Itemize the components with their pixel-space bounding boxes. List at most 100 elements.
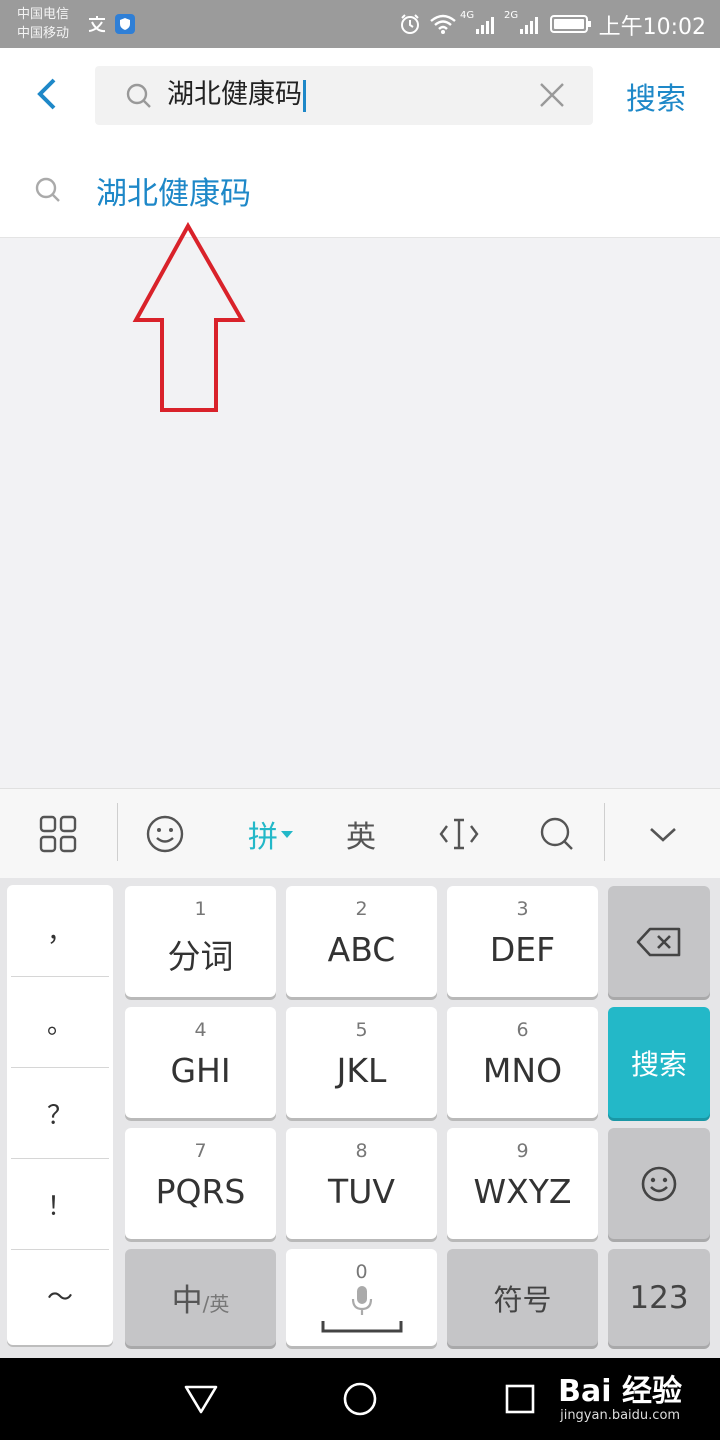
nav-back-button[interactable] <box>176 1358 226 1440</box>
lang-sub-label: /英 <box>202 1292 230 1316</box>
alarm-icon <box>398 12 422 36</box>
wifi-icon <box>428 12 458 36</box>
triangle-back-icon <box>184 1385 218 1414</box>
battery-icon <box>550 12 592 36</box>
square-recents-icon <box>505 1384 535 1414</box>
enter-key-label: 搜索 <box>630 1047 687 1081</box>
search-header: 湖北健康码 搜索 <box>0 48 720 140</box>
nav-home-button[interactable] <box>338 1358 382 1440</box>
text-cursor <box>303 79 306 112</box>
toolbar-divider <box>117 803 118 861</box>
keyboard: ， 。 ？ ！ ～ 1 分词 2 ABC 3 DEF 4 GHI 5 JKL 6… <box>0 878 720 1358</box>
symbols-key[interactable]: 符号 <box>447 1249 598 1346</box>
toolbar-divider <box>604 803 605 861</box>
search-button[interactable]: 搜索 <box>626 74 686 118</box>
grid-icon <box>39 815 77 853</box>
key-2-abc[interactable]: 2 ABC <box>286 886 437 997</box>
language-switch-key[interactable]: 中/英 <box>125 1249 276 1346</box>
carrier-1: 中国电信 <box>17 7 70 22</box>
key-label: GHI <box>170 1051 231 1090</box>
key-label: 分词 <box>167 937 234 976</box>
suggestion-text: 湖北健康码 <box>96 176 251 212</box>
key-3-def[interactable]: 3 DEF <box>447 886 598 997</box>
backspace-icon <box>636 927 681 956</box>
suggestion-item[interactable]: 湖北健康码 <box>0 140 720 238</box>
circle-home-icon <box>343 1382 377 1416</box>
key-number: 1 <box>194 898 207 920</box>
punct-period[interactable]: 。 <box>7 977 113 1068</box>
key-number: 8 <box>355 1140 368 1162</box>
punctuation-column[interactable]: ， 。 ？ ！ ～ <box>7 885 113 1345</box>
space-bar-icon <box>321 1321 403 1333</box>
english-label: 英 <box>346 820 376 855</box>
symbols-label: 符号 <box>493 1282 552 1317</box>
key-9-wxyz[interactable]: 9 WXYZ <box>447 1128 598 1239</box>
shield-app-icon <box>114 12 136 36</box>
search-icon <box>126 83 151 108</box>
cursor-edit-button[interactable] <box>428 789 490 879</box>
microphone-icon <box>351 1286 373 1315</box>
key-label: PQRS <box>155 1172 246 1211</box>
watermark-logo: Bai 经验 <box>558 1374 682 1409</box>
cursor-icon <box>439 818 479 850</box>
key-6-mno[interactable]: 6 MNO <box>447 1007 598 1118</box>
key-8-tuv[interactable]: 8 TUV <box>286 1128 437 1239</box>
hide-keyboard-button[interactable] <box>632 789 694 879</box>
keyboard-search-button[interactable] <box>526 789 588 879</box>
key-label: JKL <box>336 1051 387 1090</box>
punct-exclaim[interactable]: ！ <box>7 1159 113 1250</box>
signal-4g-icon: 4G <box>460 10 498 36</box>
english-mode-button[interactable]: 英 <box>330 789 392 879</box>
numbers-label: 123 <box>629 1279 689 1316</box>
key-number: 6 <box>516 1019 529 1041</box>
key-1-segment[interactable]: 1 分词 <box>125 886 276 997</box>
key-label: TUV <box>328 1172 395 1211</box>
key-number: 4 <box>194 1019 207 1041</box>
search-query-text: 湖北健康码 <box>167 79 302 110</box>
nav-recents-button[interactable] <box>502 1358 538 1440</box>
numbers-key[interactable]: 123 <box>608 1249 710 1346</box>
watermark: Bai 经验 jingyan.baidu.com <box>558 1366 682 1423</box>
key-label: DEF <box>489 930 556 969</box>
punct-comma[interactable]: ， <box>7 885 113 976</box>
search-icon <box>540 817 573 850</box>
chevron-down-icon <box>650 828 676 842</box>
key-label: MNO <box>482 1051 563 1090</box>
smiley-icon <box>146 815 184 853</box>
emoji-button[interactable] <box>134 789 196 879</box>
space-key[interactable]: 0 <box>286 1249 437 1346</box>
search-icon <box>35 177 60 202</box>
pinyin-mode-button[interactable]: 拼 <box>236 789 306 879</box>
chevron-left-icon <box>37 78 56 110</box>
carrier-labels: 中国电信 中国移动 <box>17 5 69 43</box>
key-number: 2 <box>355 898 368 920</box>
key-number: 9 <box>516 1140 529 1162</box>
signal-2g-icon: 2G <box>504 10 542 36</box>
chat-app-icon <box>86 12 108 36</box>
status-bar: 中国电信 中国移动 4G 2G 上午10:02 <box>0 0 720 48</box>
emoji-key[interactable] <box>608 1128 710 1239</box>
key-4-ghi[interactable]: 4 GHI <box>125 1007 276 1118</box>
keyboard-toolbar: 拼 英 <box>0 788 720 878</box>
lang-main-label: 中 <box>171 1283 203 1319</box>
pinyin-label: 拼 <box>248 820 278 855</box>
backspace-key[interactable] <box>608 886 710 997</box>
key-5-jkl[interactable]: 5 JKL <box>286 1007 437 1118</box>
keyboard-enter-search-key[interactable]: 搜索 <box>608 1007 710 1118</box>
watermark-url: jingyan.baidu.com <box>560 1408 681 1423</box>
key-number: 7 <box>194 1140 207 1162</box>
key-label: WXYZ <box>473 1172 572 1211</box>
key-7-pqrs[interactable]: 7 PQRS <box>125 1128 276 1239</box>
clear-icon[interactable] <box>539 82 565 108</box>
annotation-arrow-icon <box>132 222 246 412</box>
search-input[interactable]: 湖北健康码 <box>95 66 593 125</box>
smiley-icon <box>641 1166 677 1201</box>
clock: 上午10:02 <box>598 15 706 40</box>
keyboard-menu-button[interactable] <box>28 789 88 879</box>
key-number: 3 <box>516 898 529 920</box>
punct-tilde[interactable]: ～ <box>7 1250 113 1341</box>
back-button[interactable] <box>26 74 66 114</box>
key-label: ABC <box>327 930 396 969</box>
punct-question[interactable]: ？ <box>7 1068 113 1159</box>
navigation-bar: Bai 经验 jingyan.baidu.com <box>0 1358 720 1440</box>
